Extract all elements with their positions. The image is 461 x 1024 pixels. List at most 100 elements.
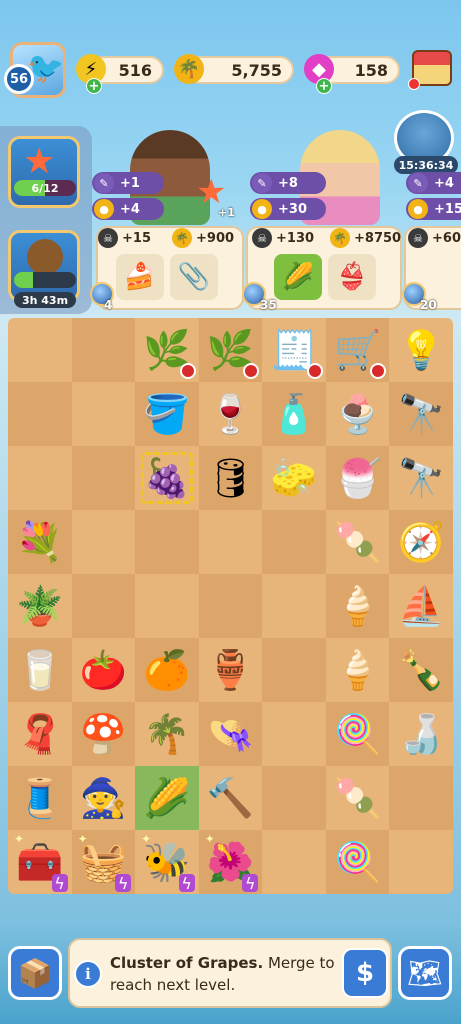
board-cell-empty[interactable] [262, 766, 326, 830]
board-cell-tomatoes[interactable]: 🍅 [71, 638, 136, 702]
board-cell-popsicle[interactable]: 🍭 [325, 702, 390, 766]
board-cell-empty[interactable] [262, 574, 326, 638]
board-cell-light-bulb[interactable]: 💡 [389, 318, 453, 382]
info-icon[interactable]: i [74, 960, 102, 988]
locked-badge-icon [370, 363, 387, 379]
board-cell-empty[interactable] [262, 510, 326, 574]
board-cell-sorbet-scoops[interactable]: 🍡 [325, 510, 390, 574]
board-cell-empty[interactable] [8, 382, 72, 446]
sell-button[interactable]: $ [342, 948, 388, 998]
add-gems-button[interactable]: + [316, 78, 332, 94]
board-cell-ice-cream-cart-locked[interactable]: 🛒 [325, 318, 390, 382]
board-cell-empty[interactable] [8, 446, 72, 510]
board-cell-empty[interactable] [71, 446, 136, 510]
board-cell-bottle-small[interactable]: 🍶 [389, 702, 453, 766]
board-cell-telescope[interactable]: 🔭 [389, 382, 453, 446]
wine-press-icon: 🛢 [206, 455, 255, 500]
bonus-star-count: +1 [218, 206, 235, 219]
board-cell-grape-barrel[interactable]: 🪣 [135, 382, 199, 446]
board-cell-thimble[interactable]: 🥛 [8, 638, 72, 702]
safety-pin-icon: 📎 [170, 254, 218, 300]
add-energy-button[interactable]: + [86, 78, 102, 94]
board-cell-mushroom-house[interactable]: 🍄 [71, 702, 136, 766]
board-cell-empty[interactable] [198, 574, 263, 638]
corn-highlight-icon: 🌽 [143, 775, 191, 820]
order2-reward-xp: ☠ +130 [252, 228, 314, 248]
map-icon: 🗺 [407, 956, 443, 990]
board-cell-green-popsicle[interactable]: 🍡 [325, 766, 390, 830]
board-cell-empty[interactable] [71, 318, 136, 382]
board-cell-empty[interactable] [262, 638, 326, 702]
order3-pill-coin-value: +15 [434, 201, 461, 217]
order1-reward-coins-value: +900 [196, 230, 235, 246]
starfish-progress-text: 6/12 [31, 181, 59, 195]
board-cell-ice-cream-sundae[interactable]: 🍨 [325, 382, 390, 446]
gnome-icon: 🧙 [79, 775, 128, 820]
telescope-icon: 🔭 [397, 391, 445, 436]
board-cell-empty[interactable] [135, 574, 199, 638]
board-cell-veggie-crate[interactable]: 🧺 ϟ ✦ [71, 830, 136, 894]
board-cell-ship-in-bottle[interactable]: 🍾 [389, 638, 453, 702]
palm-coin-icon: 🌴 [174, 54, 204, 84]
board-cell-green-hat[interactable]: 👒 [198, 702, 263, 766]
board-cell-bonsai[interactable]: 🌴 [135, 702, 199, 766]
bonsai-icon: 🌴 [143, 711, 191, 756]
board-cell-flower-pot[interactable]: 🏺 [198, 638, 263, 702]
board-cell-empty[interactable] [198, 510, 263, 574]
board-cell-flower-stand[interactable]: 🌺 ϟ ✦ [198, 830, 263, 894]
board-cell-empty[interactable] [389, 766, 453, 830]
locked-badge-icon [306, 363, 323, 379]
board-cell-compass[interactable]: 🧭 [389, 510, 453, 574]
box-icon: 📦 [17, 956, 53, 990]
board-cell-spyglass[interactable]: 🔭 [389, 446, 453, 510]
board-cell-wine-bottle[interactable]: 🍷 [198, 382, 263, 446]
order1-reward-xp: ☠ +15 [98, 228, 151, 248]
info-text: Cluster of Grapes. Merge to reach next l… [110, 952, 340, 996]
order1-pill-coin-value: +4 [120, 201, 140, 217]
generator-bolt-icon: ϟ [242, 874, 259, 893]
coin-icon: ● [408, 199, 428, 219]
storage-box-button[interactable]: 📦 [8, 946, 62, 1000]
board-cell-trowel[interactable]: 🔨 [198, 766, 263, 830]
acorn-progress-bar [14, 272, 76, 288]
board-cell-beehive[interactable]: 🐝 ϟ ✦ [135, 830, 199, 894]
vanilla-cone-icon: 🍦 [333, 647, 382, 692]
board-cell-vines-locked[interactable]: 🌿 [135, 318, 199, 382]
board-cell-empty[interactable] [262, 702, 326, 766]
board-cell-wine-press[interactable]: 🛢 [198, 446, 263, 510]
needle-thread-icon: 🧵 [16, 775, 64, 820]
board-cell-empty[interactable] [71, 382, 136, 446]
board-cell-grapes-selected[interactable]: 🍇 [135, 446, 199, 510]
board-cell-sailing-ship[interactable]: ⛵ [389, 574, 453, 638]
board-cell-empty[interactable] [135, 510, 199, 574]
board-cell-empty[interactable] [389, 830, 453, 894]
board-cell-empty[interactable] [71, 574, 136, 638]
board-cell-empty[interactable] [262, 830, 326, 894]
locked-badge-icon [243, 363, 260, 379]
board-cell-ice-cream-cup[interactable]: 🍧 [325, 446, 390, 510]
board-cell-empty[interactable] [8, 318, 72, 382]
board-cell-empty[interactable] [71, 510, 136, 574]
board-cell-potted-plant[interactable]: 🪴 [8, 574, 72, 638]
bikini-icon: 👙 [328, 254, 376, 300]
board-cell-vanilla-cone[interactable]: 🍦 [325, 638, 390, 702]
starfish-event-card[interactable]: ★ [8, 136, 80, 208]
board-cell-bandana[interactable]: 🧣 [8, 702, 72, 766]
board-cell-flowers[interactable]: 💐 [8, 510, 72, 574]
map-button[interactable]: 🗺 [398, 946, 452, 1000]
board-cell-sewing-station[interactable]: 🧰 ϟ ✦ [8, 830, 72, 894]
flower-pot-icon: 🏺 [206, 647, 255, 692]
board-cell-sea-sponge[interactable]: 🧽 [262, 446, 326, 510]
board-cell-soap-dispenser[interactable]: 🧴 [262, 382, 326, 446]
order1-pill-energy-value: +1 [120, 175, 140, 191]
board-cell-vines-locked[interactable]: 🌿 [198, 318, 263, 382]
generator-bolt-icon: ϟ [51, 874, 68, 893]
board-cell-needle-thread[interactable]: 🧵 [8, 766, 72, 830]
board-cell-cash-register-locked[interactable]: 🧾 [262, 318, 326, 382]
merge-board: 🌿 🌿 🧾 🛒 💡 🪣 🍷 🧴 🍨 🔭 🍇 🛢 🧽 🍧 🔭 💐 🍡 🧭 🪴 🍦 ⛵ 🥛 🍅 🍊 🏺 🍦 🍾 🧣 🍄 🌴 👒 🍭 🍶 🧵 🧙 🌽 🔨 🍡 🧰 ϟ… [8, 318, 453, 894]
board-cell-red-popsicle[interactable]: 🍭 [325, 830, 390, 894]
board-cell-pin-cushion[interactable]: 🍊 [135, 638, 199, 702]
board-cell-gnome[interactable]: 🧙 [71, 766, 136, 830]
board-cell-corn-highlight[interactable]: 🌽 [135, 766, 199, 830]
board-cell-ice-cream-cone[interactable]: 🍦 [325, 574, 390, 638]
